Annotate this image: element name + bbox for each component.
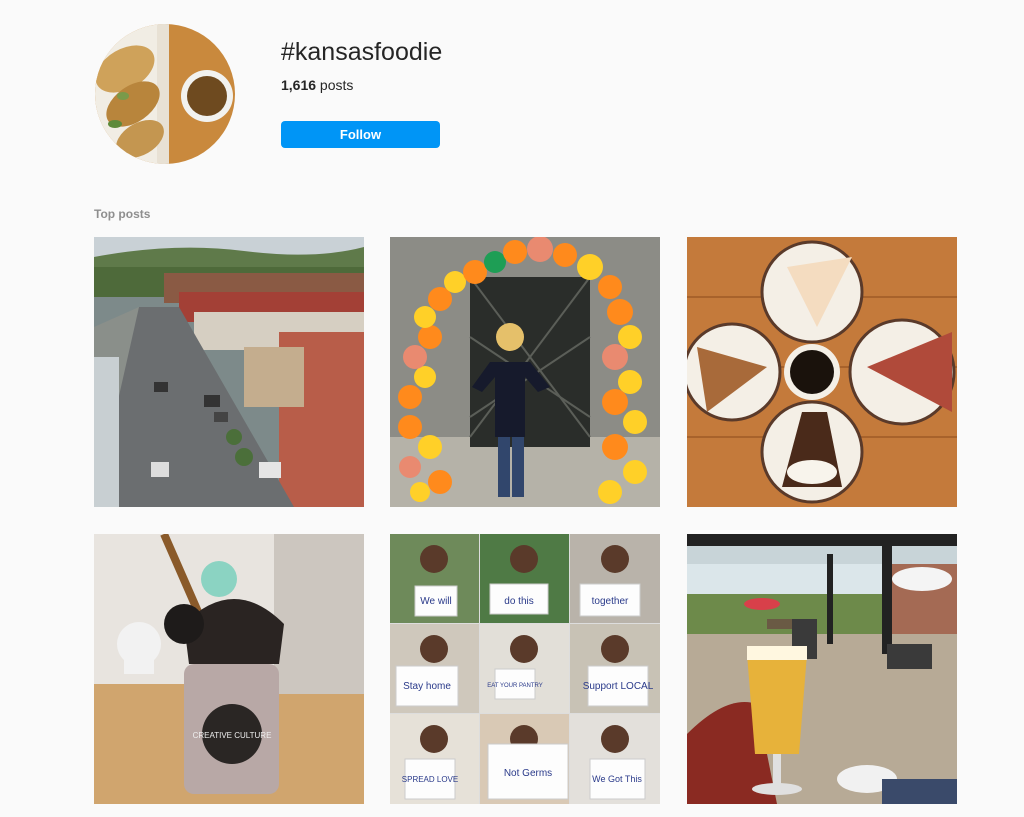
post-tile-beer-patio[interactable] <box>687 534 957 804</box>
top-posts-label: Top posts <box>94 207 151 221</box>
sign-text-7: SPREAD LOVE <box>402 775 458 784</box>
sign-text-2: do this <box>504 596 533 607</box>
post-tile-pies-coffee[interactable] <box>687 237 957 507</box>
hashtag-avatar <box>95 24 235 164</box>
sign-text-8: Not Germs <box>504 768 552 779</box>
hashtag-title: #kansasfoodie <box>281 38 443 66</box>
post-tile-balloon-arch[interactable] <box>390 237 660 507</box>
post-count-number: 1,616 <box>281 77 317 93</box>
post-count: 1,616 posts <box>281 77 353 93</box>
sign-text-3: together <box>592 596 629 607</box>
follow-button[interactable]: Follow <box>281 121 440 148</box>
sign-text-6: Support LOCAL <box>583 681 654 692</box>
post-tile-sign-collage[interactable]: We will do this together Stay home EAT Y… <box>390 534 660 804</box>
sign-text-1: We will <box>420 596 451 607</box>
post-tile-milkshake[interactable]: CREATIVE CULTURE <box>94 534 364 804</box>
mug-text: CREATIVE CULTURE <box>193 731 272 740</box>
sign-text-5: EAT YOUR PANTRY <box>487 683 542 689</box>
sign-text-9: We Got This <box>592 774 642 784</box>
sign-text-4: Stay home <box>403 681 451 692</box>
post-tile-downtown-street[interactable] <box>94 237 364 507</box>
post-count-suffix: posts <box>316 77 354 93</box>
